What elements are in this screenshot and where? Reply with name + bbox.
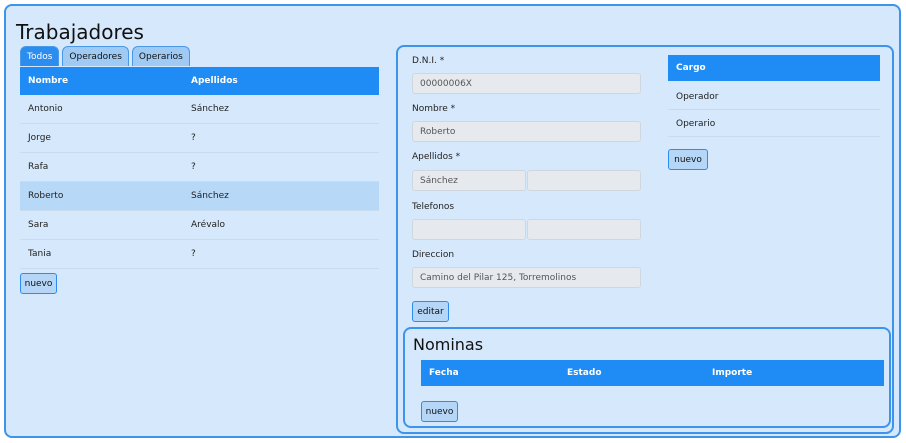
table-row[interactable]: Antonio Sánchez	[20, 95, 379, 124]
new-cargo-button[interactable]: nuevo	[668, 149, 708, 170]
apellido1-field[interactable]: Sánchez	[412, 170, 526, 191]
nominas-title: Nominas	[413, 335, 484, 354]
cell-apellidos: Sánchez	[191, 104, 229, 114]
cell-apellidos: ?	[191, 133, 196, 143]
cell-nombre: Roberto	[28, 191, 64, 201]
worker-tabs: Todos Operadores Operarios	[20, 46, 190, 66]
tab-operarios[interactable]: Operarios	[131, 46, 190, 66]
apellido2-field[interactable]	[527, 170, 641, 191]
direccion-field[interactable]: Camino del Pilar 125, Torremolinos	[412, 267, 641, 288]
table-row[interactable]: Tania ?	[20, 240, 379, 269]
nominas-table-header: Fecha Estado Importe	[421, 360, 884, 386]
tab-todos[interactable]: Todos	[20, 46, 60, 66]
table-row[interactable]: Sara Arévalo	[20, 211, 379, 240]
cell-apellidos: ?	[191, 249, 196, 259]
cargo-item-operario[interactable]: Operario	[668, 111, 880, 137]
telefono2-field[interactable]	[527, 219, 641, 240]
direccion-label: Direccion	[412, 250, 455, 260]
cargo-header: Cargo	[668, 55, 880, 81]
cell-nombre: Tania	[28, 249, 52, 259]
cell-nombre: Sara	[28, 220, 49, 230]
telefonos-label: Telefonos	[412, 202, 455, 212]
cargo-item-operador[interactable]: Operador	[668, 84, 880, 110]
nominas-section: Nominas Fecha Estado Importe nuevo	[403, 327, 891, 428]
column-header-apellidos[interactable]: Apellidos	[191, 76, 379, 86]
cell-apellidos: Arévalo	[191, 220, 226, 230]
telefono1-field[interactable]	[412, 219, 526, 240]
dni-label: D.N.I. *	[412, 56, 445, 66]
dni-field[interactable]: 00000006X	[412, 73, 641, 94]
table-row[interactable]: Jorge ?	[20, 124, 379, 153]
cell-nombre: Rafa	[28, 162, 49, 172]
cell-apellidos: Sánchez	[191, 191, 229, 201]
new-worker-button[interactable]: nuevo	[20, 273, 57, 294]
column-header-nombre[interactable]: Nombre	[20, 76, 191, 86]
column-header-estado[interactable]: Estado	[567, 368, 602, 378]
cell-nombre: Antonio	[28, 104, 63, 114]
tab-operadores[interactable]: Operadores	[62, 46, 129, 66]
new-nomina-button[interactable]: nuevo	[421, 401, 458, 422]
apellidos-label: Apellidos *	[412, 152, 461, 162]
workers-table: Nombre Apellidos Antonio Sánchez Jorge ?…	[20, 67, 379, 269]
nombre-label: Nombre *	[412, 104, 456, 114]
edit-button[interactable]: editar	[412, 301, 449, 322]
column-header-importe[interactable]: Importe	[712, 368, 752, 378]
page-title: Trabajadores	[16, 20, 144, 44]
cell-nombre: Jorge	[28, 133, 51, 143]
cell-apellidos: ?	[191, 162, 196, 172]
workers-table-header: Nombre Apellidos	[20, 67, 379, 95]
column-header-fecha[interactable]: Fecha	[429, 368, 459, 378]
nombre-field[interactable]: Roberto	[412, 121, 641, 142]
table-row-selected[interactable]: Roberto Sánchez	[20, 182, 379, 211]
table-row[interactable]: Rafa ?	[20, 153, 379, 182]
